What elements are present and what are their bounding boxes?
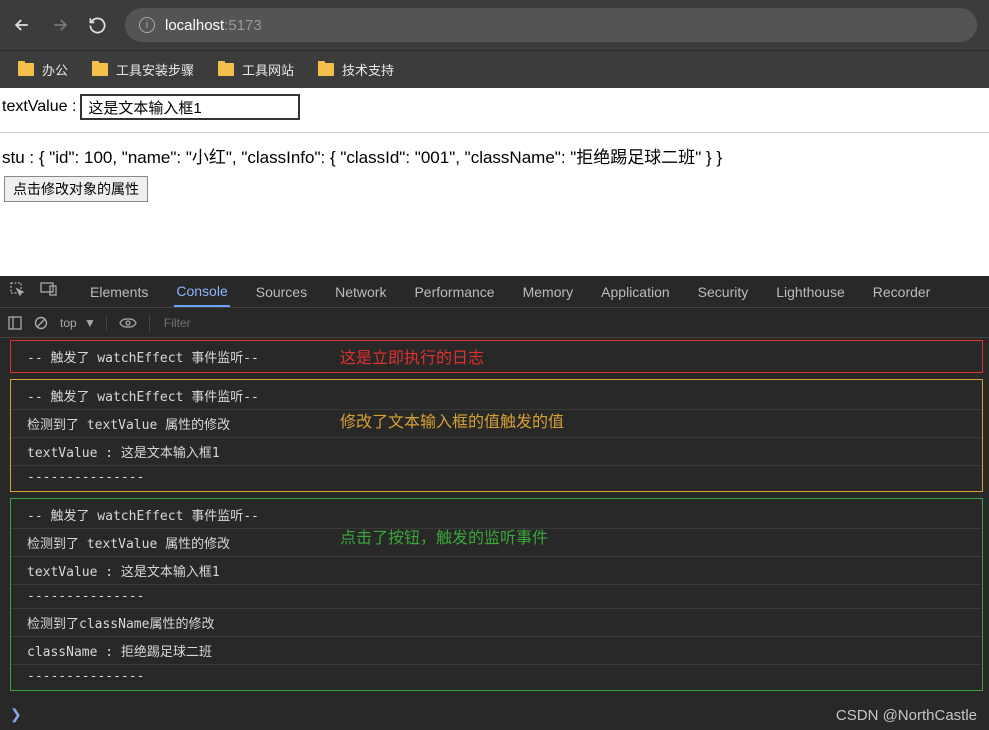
address-bar[interactable]: i localhost:5173 (125, 8, 977, 42)
context-label: top (60, 316, 77, 330)
watermark: CSDN @NorthCastle (836, 707, 977, 724)
tab-memory[interactable]: Memory (521, 278, 576, 306)
text-value-label: textValue : (2, 98, 76, 116)
device-toggle-icon[interactable] (40, 282, 58, 301)
log-group-input-change: -- 触发了 watchEffect 事件监听-- 检测到了 textValue… (10, 379, 983, 492)
filter-input[interactable] (158, 314, 981, 332)
page-content: textValue : stu : { "id": 100, "name": "… (0, 88, 989, 214)
tab-sources[interactable]: Sources (254, 278, 309, 306)
folder-icon (318, 63, 334, 76)
tab-lighthouse[interactable]: Lighthouse (774, 278, 847, 306)
stu-object-text: stu : { "id": 100, "name": "小红", "classI… (0, 141, 989, 174)
log-line: 检测到了className属性的修改 (11, 609, 982, 637)
browser-toolbar: i localhost:5173 (0, 0, 989, 50)
bookmark-label: 工具网站 (242, 60, 294, 79)
console-toolbar: top ▼ (0, 308, 989, 338)
text-value-row: textValue : (0, 90, 989, 124)
devtools-panel: Elements Console Sources Network Perform… (0, 276, 989, 730)
tab-console[interactable]: Console (174, 277, 229, 307)
arrow-right-icon (50, 15, 70, 35)
log-line: --------------- (11, 466, 982, 489)
forward-button[interactable] (50, 15, 70, 35)
folder-icon (218, 63, 234, 76)
inspect-icon[interactable] (10, 282, 26, 301)
bookmark-item[interactable]: 技术支持 (318, 60, 394, 79)
log-group-immediate: -- 触发了 watchEffect 事件监听-- (10, 340, 983, 373)
clear-console-icon[interactable] (34, 316, 48, 330)
tab-performance[interactable]: Performance (412, 278, 496, 306)
divider (0, 132, 989, 133)
bookmark-item[interactable]: 办公 (18, 60, 68, 79)
reload-icon (88, 16, 107, 35)
bookmark-item[interactable]: 工具网站 (218, 60, 294, 79)
annotation-immediate: 这是立即执行的日志 (340, 344, 484, 368)
log-line: textValue : 这是文本输入框1 (11, 557, 982, 585)
context-selector[interactable]: top ▼ (60, 316, 107, 330)
tab-network[interactable]: Network (333, 278, 388, 306)
modify-object-button[interactable]: 点击修改对象的属性 (4, 176, 148, 202)
bookmark-label: 技术支持 (342, 60, 394, 79)
live-expression-icon[interactable] (119, 317, 137, 329)
reload-button[interactable] (88, 16, 107, 35)
log-line: --------------- (11, 585, 982, 609)
tab-recorder[interactable]: Recorder (871, 278, 933, 306)
tab-security[interactable]: Security (696, 278, 751, 306)
log-line: textValue : 这是文本输入框1 (11, 438, 982, 466)
annotation-button-click: 点击了按钮，触发的监听事件 (340, 524, 548, 548)
log-line: className : 拒绝踢足球二班 (11, 637, 982, 665)
bookmark-label: 工具安装步骤 (116, 60, 194, 79)
devtools-tabs: Elements Console Sources Network Perform… (0, 276, 989, 308)
arrow-left-icon (12, 15, 32, 35)
sidebar-toggle-icon[interactable] (8, 316, 22, 330)
text-value-input[interactable] (80, 94, 300, 120)
log-line: --------------- (11, 665, 982, 688)
url-text: localhost:5173 (165, 17, 262, 34)
filter-wrap (149, 314, 981, 332)
folder-icon (92, 63, 108, 76)
log-line: -- 触发了 watchEffect 事件监听-- (11, 343, 982, 370)
log-line: -- 触发了 watchEffect 事件监听-- (11, 382, 982, 410)
tab-application[interactable]: Application (599, 278, 672, 306)
site-info-icon[interactable]: i (139, 17, 155, 33)
tab-elements[interactable]: Elements (88, 278, 150, 306)
devtools-left-icons (10, 282, 58, 301)
annotation-input-change: 修改了文本输入框的值触发的值 (340, 408, 564, 432)
back-button[interactable] (12, 15, 32, 35)
bookmark-item[interactable]: 工具安装步骤 (92, 60, 194, 79)
bookmark-label: 办公 (42, 60, 68, 79)
bookmarks-bar: 办公 工具安装步骤 工具网站 技术支持 (0, 50, 989, 88)
folder-icon (18, 63, 34, 76)
console-output: -- 触发了 watchEffect 事件监听-- 这是立即执行的日志 -- 触… (0, 338, 989, 700)
